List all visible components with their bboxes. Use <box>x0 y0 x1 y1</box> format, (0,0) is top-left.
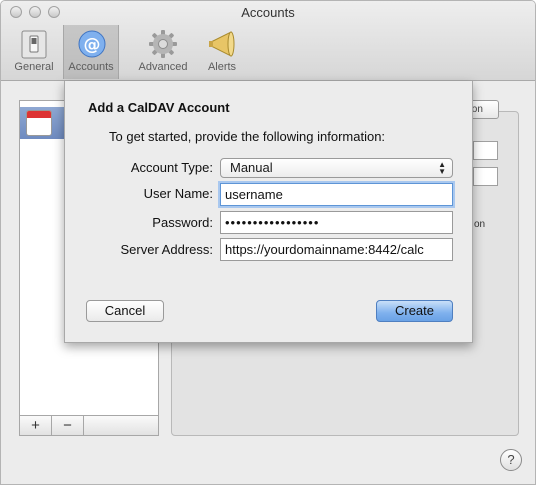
user-name-field[interactable]: username <box>220 183 453 206</box>
account-type-value: Manual <box>230 160 273 175</box>
toolbar-accounts-label: Accounts <box>68 61 114 73</box>
sheet-title: Add a CalDAV Account <box>88 100 230 115</box>
detail-text-fragment: on <box>474 219 486 230</box>
detail-field[interactable] <box>473 167 498 186</box>
server-address-label: Server Address: <box>120 242 214 257</box>
toolbar-general-label: General <box>14 61 54 73</box>
megaphone-icon <box>207 29 237 59</box>
add-caldav-account-sheet: Add a CalDAV Account To get started, pro… <box>64 81 473 343</box>
toolbar-accounts[interactable]: @ Accounts <box>63 25 119 79</box>
updown-arrows-icon: ▲ ▼ <box>438 160 446 176</box>
toolbar-alerts[interactable]: Alerts <box>194 25 250 79</box>
toolbar-advanced[interactable]: Advanced <box>135 25 191 79</box>
svg-text:@: @ <box>84 35 101 55</box>
account-type-select[interactable]: Manual ▲ ▼ <box>220 158 453 178</box>
account-type-label: Account Type: <box>130 160 213 175</box>
at-sign-icon: @ <box>77 29 107 59</box>
help-button[interactable]: ? <box>500 449 522 471</box>
remove-account-button[interactable]: − <box>52 416 84 435</box>
toolbar-alerts-label: Alerts <box>207 61 237 73</box>
calendar-icon <box>26 110 52 136</box>
toolbar-advanced-label: Advanced <box>138 61 188 73</box>
cancel-button[interactable]: Cancel <box>86 300 164 322</box>
password-label: Password: <box>152 215 213 230</box>
sheet-intro-text: To get started, provide the following in… <box>109 129 386 144</box>
user-name-label: User Name: <box>143 186 213 201</box>
server-address-field[interactable]: https://yourdomainname:8442/calc <box>220 238 453 261</box>
add-account-button[interactable]: + <box>20 416 52 435</box>
gear-icon <box>148 29 178 59</box>
window-title: Accounts <box>241 5 295 20</box>
account-list-footer: + − <box>19 415 159 436</box>
create-button[interactable]: Create <box>376 300 453 322</box>
title-bar: Accounts General @ Accounts Advanced Ale… <box>1 1 535 81</box>
password-field[interactable]: ••••••••••••••••• <box>220 211 453 234</box>
general-switch-icon <box>19 29 49 59</box>
detail-field[interactable] <box>473 141 498 160</box>
accounts-window: Accounts General @ Accounts Advanced Ale… <box>0 0 536 485</box>
toolbar-general[interactable]: General <box>6 25 62 79</box>
